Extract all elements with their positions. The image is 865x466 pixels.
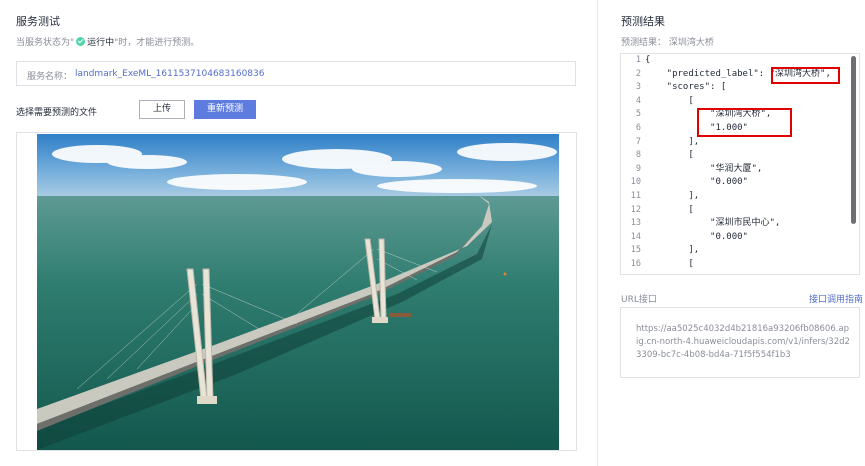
code-line: "0.000" (645, 231, 748, 242)
upload-button[interactable]: 上传 (139, 100, 185, 119)
result-value: 深圳湾大桥 (668, 38, 714, 48)
prediction-result-title: 预测结果 (621, 15, 665, 28)
code-line: "深圳市民中心", (645, 218, 781, 229)
code-line: [ (645, 150, 694, 161)
line-number: 12 (630, 204, 641, 215)
status-hint: 当服务状态为" 运行中"时，才能进行预测。 (16, 35, 199, 48)
code-line: [ (645, 204, 694, 215)
preview-image-frame (16, 132, 577, 451)
service-name-link[interactable]: landmark_ExeML_1611537104683160836 (75, 69, 264, 79)
code-line: "华润大厦", (645, 163, 763, 174)
line-number: 10 (630, 177, 641, 188)
panel-divider (597, 0, 598, 466)
line-number-gutter: 1 2 3 4 5 6 7 8 9 10 11 12 13 14 15 16 (621, 54, 641, 272)
service-name-label: 服务名称： (27, 72, 73, 82)
line-number: 2 (635, 68, 641, 79)
result-label: 预测结果： (621, 38, 667, 48)
status-prefix: 当服务状态为" (16, 38, 75, 48)
api-url: https://aa5025c4032d4b21816a93206fb08606… (636, 324, 850, 360)
api-guide-link[interactable]: 接口调用指南 (809, 292, 863, 305)
bridge-photo (37, 134, 559, 450)
line-number: 16 (630, 258, 641, 269)
code-line: [ (645, 258, 694, 269)
service-name-box: 服务名称： landmark_ExeML_1611537104683160836 (16, 61, 576, 86)
service-test-title: 服务测试 (16, 15, 60, 28)
result-json-viewer[interactable]: 1 2 3 4 5 6 7 8 9 10 11 12 13 14 15 16 {… (620, 53, 860, 275)
line-number: 5 (635, 109, 641, 120)
line-number: 11 (630, 190, 641, 201)
repredict-button[interactable]: 重新预测 (194, 100, 256, 119)
url-box: https://aa5025c4032d4b21816a93206fb08606… (620, 307, 860, 378)
url-interface-label: URL接口 (621, 295, 657, 305)
check-circle-icon (76, 37, 86, 46)
line-number: 13 (630, 218, 641, 229)
json-code: { "predicted_label": "深圳湾大桥", "scores": … (645, 54, 831, 272)
code-line: "0.000" (645, 177, 748, 188)
code-line: [ (645, 95, 694, 106)
line-number: 4 (635, 95, 641, 106)
line-number: 8 (635, 150, 641, 161)
code-scrollbar[interactable] (851, 56, 856, 224)
status-suffix: "时，才能进行预测。 (114, 38, 200, 48)
line-number: 7 (635, 136, 641, 147)
status-running: 运行中 (87, 38, 115, 48)
prediction-result-line: 预测结果： 深圳湾大桥 (621, 35, 714, 48)
line-number: 15 (630, 245, 641, 256)
line-number: 9 (635, 163, 641, 174)
code-line: ], (645, 190, 700, 201)
code-line: { (645, 55, 651, 65)
code-line: ], (645, 245, 700, 256)
line-number: 14 (630, 231, 641, 242)
line-number: 6 (635, 122, 641, 133)
line-number: 3 (635, 82, 641, 93)
code-line: ], (645, 136, 700, 147)
highlight-predicted-label (771, 67, 840, 84)
file-select-label: 选择需要预测的文件 (16, 108, 98, 118)
highlight-top-score (697, 108, 792, 137)
line-number: 1 (635, 55, 641, 65)
